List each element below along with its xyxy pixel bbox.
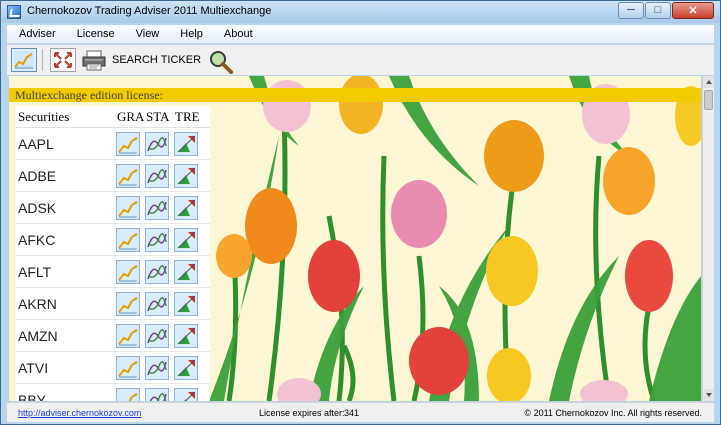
search-button[interactable] bbox=[207, 48, 234, 74]
title-bar[interactable]: Chernokozov Trading Adviser 2011 Multiex… bbox=[1, 1, 720, 23]
scroll-up-icon[interactable] bbox=[703, 76, 714, 88]
table-row[interactable]: ADBE bbox=[16, 160, 210, 192]
toolbar-separator bbox=[42, 49, 43, 71]
statistics-icon[interactable] bbox=[145, 259, 169, 284]
search-ticker-label[interactable]: SEARCH TICKER bbox=[112, 54, 201, 66]
trend-icon[interactable] bbox=[174, 163, 198, 188]
graph-icon[interactable] bbox=[116, 291, 140, 316]
graph-icon[interactable] bbox=[116, 323, 140, 348]
ticker-symbol[interactable]: ADBE bbox=[16, 168, 116, 184]
fullscreen-button[interactable] bbox=[50, 48, 76, 72]
statistics-icon[interactable] bbox=[145, 355, 169, 380]
table-row[interactable]: AKRN bbox=[16, 288, 210, 320]
table-row[interactable]: ATVI bbox=[16, 352, 210, 384]
trend-icon[interactable] bbox=[174, 259, 198, 284]
header-sta: STA bbox=[146, 108, 170, 124]
chart-button[interactable] bbox=[11, 48, 37, 72]
statistics-icon[interactable] bbox=[145, 195, 169, 220]
table-row[interactable]: AFLT bbox=[16, 256, 210, 288]
trend-icon[interactable] bbox=[174, 291, 198, 316]
fullscreen-icon bbox=[54, 52, 72, 68]
print-button[interactable] bbox=[80, 48, 106, 72]
maximize-button[interactable]: □ bbox=[645, 2, 671, 19]
menu-about[interactable]: About bbox=[212, 25, 262, 43]
ticker-symbol[interactable]: AMZN bbox=[16, 328, 116, 344]
window-controls: ─ □ ✕ bbox=[617, 2, 714, 19]
graph-icon[interactable] bbox=[116, 387, 140, 401]
table-row[interactable]: BBY bbox=[16, 384, 210, 401]
minimize-icon: ─ bbox=[627, 4, 635, 16]
trend-icon[interactable] bbox=[174, 131, 198, 156]
table-row[interactable]: AFKC bbox=[16, 224, 210, 256]
header-tre: TRE bbox=[175, 108, 200, 124]
license-bar-text: Multiexchange edition license: bbox=[15, 88, 163, 102]
close-button[interactable]: ✕ bbox=[672, 2, 714, 19]
scroll-down-icon[interactable] bbox=[703, 389, 714, 401]
minimize-button[interactable]: ─ bbox=[618, 2, 644, 19]
trend-icon[interactable] bbox=[174, 387, 198, 401]
trend-icon[interactable] bbox=[174, 323, 198, 348]
magnifier-icon bbox=[210, 51, 234, 74]
ticker-symbol[interactable]: AFKC bbox=[16, 232, 116, 248]
header-gra: GRA bbox=[117, 108, 145, 124]
menu-bar: Adviser License View Help About bbox=[7, 25, 714, 44]
vertical-scrollbar[interactable] bbox=[702, 76, 714, 401]
graph-icon[interactable] bbox=[116, 355, 140, 380]
ticker-symbol[interactable]: AKRN bbox=[16, 296, 116, 312]
ticker-symbol[interactable]: ADSK bbox=[16, 200, 116, 216]
statistics-icon[interactable] bbox=[145, 131, 169, 156]
license-expires-value: 341 bbox=[344, 408, 360, 418]
graph-icon[interactable] bbox=[116, 163, 140, 188]
window-title: Chernokozov Trading Adviser 2011 Multiex… bbox=[27, 5, 272, 17]
statistics-icon[interactable] bbox=[145, 323, 169, 348]
graph-icon[interactable] bbox=[116, 259, 140, 284]
ticker-symbol[interactable]: ATVI bbox=[16, 360, 116, 376]
statistics-icon[interactable] bbox=[145, 291, 169, 316]
table-row[interactable]: AMZN bbox=[16, 320, 210, 352]
chart-icon bbox=[14, 51, 34, 69]
toolbar: SEARCH TICKER bbox=[7, 45, 714, 75]
graph-icon[interactable] bbox=[116, 195, 140, 220]
menu-help[interactable]: Help bbox=[168, 25, 212, 43]
main-panel: Multiexchange edition license: Securitie… bbox=[9, 76, 701, 401]
table-header: Securities GRA STA TRE bbox=[16, 106, 210, 128]
graph-icon[interactable] bbox=[116, 131, 140, 156]
menu-license[interactable]: License bbox=[65, 25, 124, 43]
ticker-symbol[interactable]: AFLT bbox=[16, 264, 116, 280]
ticker-symbol[interactable]: AAPL bbox=[16, 136, 116, 152]
menu-adviser[interactable]: Adviser bbox=[7, 25, 65, 43]
ticker-symbol[interactable]: BBY bbox=[16, 392, 116, 402]
status-bar: http://adviser.chernokozov.com License e… bbox=[7, 402, 714, 422]
menu-view[interactable]: View bbox=[124, 25, 169, 43]
trend-icon[interactable] bbox=[174, 195, 198, 220]
app-icon bbox=[7, 5, 21, 19]
securities-table: Securities GRA STA TRE AAPL ADBE ADSK AFKC A… bbox=[16, 106, 210, 401]
trend-icon[interactable] bbox=[174, 227, 198, 252]
close-icon: ✕ bbox=[688, 5, 698, 17]
trend-icon[interactable] bbox=[174, 355, 198, 380]
printer-icon bbox=[82, 50, 106, 71]
graph-icon[interactable] bbox=[116, 227, 140, 252]
app-window: Chernokozov Trading Adviser 2011 Multiex… bbox=[0, 0, 721, 425]
scroll-thumb[interactable] bbox=[704, 90, 713, 110]
license-expires-label: License expires after: bbox=[259, 408, 345, 418]
statistics-icon[interactable] bbox=[145, 387, 169, 401]
header-securities: Securities bbox=[18, 108, 70, 124]
table-row[interactable]: ADSK bbox=[16, 192, 210, 224]
table-row[interactable]: AAPL bbox=[16, 128, 210, 160]
license-bar: Multiexchange edition license: bbox=[9, 88, 701, 102]
copyright-text: © 2011 Chernokozov Inc. All rights reser… bbox=[524, 408, 702, 418]
website-link[interactable]: http://adviser.chernokozov.com bbox=[18, 408, 141, 418]
statistics-icon[interactable] bbox=[145, 163, 169, 188]
maximize-icon: □ bbox=[654, 4, 662, 16]
statistics-icon[interactable] bbox=[145, 227, 169, 252]
